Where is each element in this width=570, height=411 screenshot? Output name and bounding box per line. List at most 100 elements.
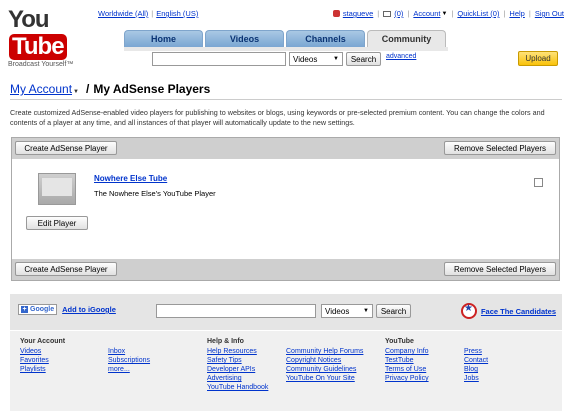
player-thumbnail[interactable] bbox=[38, 173, 76, 205]
username-link[interactable]: stagueve bbox=[343, 9, 373, 18]
footer-link-terms-of-use[interactable]: Terms of Use bbox=[385, 365, 429, 374]
remove-selected-players-button[interactable]: Remove Selected Players bbox=[444, 141, 556, 155]
user-icon bbox=[332, 10, 340, 17]
footer-search: Videos ▼ Search bbox=[156, 304, 411, 318]
footer-col-heading: Help & Info bbox=[207, 338, 244, 345]
logo-you: You bbox=[8, 6, 50, 33]
footer-search-bar: +Google Add to iGoogle Videos ▼ Search Fa… bbox=[10, 294, 562, 330]
search-input[interactable] bbox=[152, 52, 286, 66]
footer-link-contact[interactable]: Contact bbox=[464, 356, 488, 365]
plus-icon: + bbox=[21, 306, 28, 313]
adsense-players-panel: Create AdSense Player Remove Selected Pl… bbox=[11, 137, 560, 281]
chevron-down-icon[interactable]: ▼ bbox=[441, 11, 447, 17]
panel-toolbar-bottom: Create AdSense Player Remove Selected Pl… bbox=[12, 259, 559, 280]
footer-col-heading bbox=[108, 337, 150, 346]
create-adsense-player-button[interactable]: Create AdSense Player bbox=[15, 141, 117, 155]
tab-home[interactable]: Home bbox=[124, 30, 203, 47]
footer-search-category-value: Videos bbox=[325, 306, 350, 316]
language-link[interactable]: English (US) bbox=[156, 9, 198, 18]
face-the-candidates: Face The Candidates bbox=[460, 303, 556, 319]
google-button[interactable]: + Google bbox=[18, 304, 58, 315]
player-select-checkbox[interactable] bbox=[534, 178, 543, 187]
chevron-down-icon: ▼ bbox=[363, 308, 369, 314]
footer-link-favorites[interactable]: Favorites bbox=[20, 356, 65, 365]
tab-videos[interactable]: Videos bbox=[205, 30, 284, 47]
page-description: Create customized AdSense-enabled video … bbox=[10, 108, 545, 127]
tab-channels[interactable]: Channels bbox=[286, 30, 365, 47]
footer-link-safety-tips[interactable]: Safety Tips bbox=[207, 356, 268, 365]
footer-col-help-info: Help & Info Help Resources Safety Tips D… bbox=[207, 337, 268, 392]
star-badge-icon[interactable] bbox=[460, 303, 477, 319]
footer-link-help-resources[interactable]: Help Resources bbox=[207, 347, 268, 356]
footer-link-press[interactable]: Press bbox=[464, 347, 488, 356]
footer-col-heading bbox=[286, 337, 363, 346]
panel-toolbar-top: Create AdSense Player Remove Selected Pl… bbox=[12, 138, 559, 159]
footer-col-youtube: YouTube Company Info TestTube Terms of U… bbox=[385, 337, 429, 383]
chevron-down-icon[interactable]: ▼ bbox=[73, 89, 79, 95]
footer-link-company-info[interactable]: Company Info bbox=[385, 347, 429, 356]
face-the-candidates-link[interactable]: Face The Candidates bbox=[481, 307, 556, 316]
tab-community[interactable]: Community bbox=[367, 30, 446, 47]
breadcrumb-my-account[interactable]: My Account bbox=[10, 82, 72, 96]
footer-link-more[interactable]: more... bbox=[108, 365, 150, 374]
footer-search-category-select[interactable]: Videos ▼ bbox=[321, 304, 373, 318]
search-button[interactable]: Search bbox=[346, 52, 381, 66]
chevron-down-icon: ▼ bbox=[333, 56, 339, 62]
footer-link-inbox[interactable]: Inbox bbox=[108, 347, 150, 356]
youtube-logo[interactable]: YouTube Broadcast Yourself™ bbox=[8, 6, 90, 68]
footer-link-blog[interactable]: Blog bbox=[464, 365, 488, 374]
remove-selected-players-button[interactable]: Remove Selected Players bbox=[444, 262, 556, 276]
footer-link-subscriptions[interactable]: Subscriptions bbox=[108, 356, 150, 365]
footer-col-heading: YouTube bbox=[385, 338, 414, 345]
footer-col-help-info-2: Community Help Forums Copyright Notices … bbox=[286, 337, 363, 383]
search-category-select[interactable]: Videos ▼ bbox=[289, 52, 343, 66]
igoogle-badge: + Google Add to iGoogle bbox=[18, 304, 116, 315]
quicklist-link[interactable]: QuickList (0) bbox=[457, 9, 499, 18]
footer-link-copyright-notices[interactable]: Copyright Notices bbox=[286, 356, 363, 365]
add-to-igoogle-link[interactable]: Add to iGoogle bbox=[62, 305, 116, 314]
inbox-count-link[interactable]: (0) bbox=[394, 9, 403, 18]
create-adsense-player-button[interactable]: Create AdSense Player bbox=[15, 262, 117, 276]
header-search: Videos ▼ Search advanced bbox=[152, 52, 416, 66]
footer-col-your-account: Your Account Videos Favorites Playlists bbox=[20, 337, 65, 374]
footer-link-videos[interactable]: Videos bbox=[20, 347, 65, 356]
footer-col-your-account-2: Inbox Subscriptions more... bbox=[108, 337, 150, 374]
footer-link-privacy-policy[interactable]: Privacy Policy bbox=[385, 374, 429, 383]
advanced-search-link[interactable]: advanced bbox=[386, 53, 416, 60]
google-label: Google bbox=[30, 306, 55, 313]
footer-col-youtube-2: Press Contact Blog Jobs bbox=[464, 337, 488, 383]
footer-link-advertising[interactable]: Advertising bbox=[207, 374, 268, 383]
help-link[interactable]: Help bbox=[509, 9, 524, 18]
logo-slogan: Broadcast Yourself™ bbox=[8, 61, 74, 68]
footer-link-playlists[interactable]: Playlists bbox=[20, 365, 65, 374]
footer-link-testtube[interactable]: TestTube bbox=[385, 356, 429, 365]
footer-link-developer-apis[interactable]: Developer APIs bbox=[207, 365, 268, 374]
footer-link-community-help-forums[interactable]: Community Help Forums bbox=[286, 347, 363, 356]
page-title: My AdSense Players bbox=[93, 82, 211, 96]
main-nav-tabs: Home Videos Channels Community bbox=[124, 30, 448, 47]
edit-player-button[interactable]: Edit Player bbox=[26, 216, 88, 230]
footer-link-youtube-handbook[interactable]: YouTube Handbook bbox=[207, 383, 268, 392]
page-heading: My Account▼ / My AdSense Players bbox=[10, 82, 562, 100]
footer-col-heading: Your Account bbox=[20, 338, 66, 345]
footer-link-youtube-on-your-site[interactable]: YouTube On Your Site bbox=[286, 374, 363, 383]
footer-search-input[interactable] bbox=[156, 304, 316, 318]
player-name-link[interactable]: Nowhere Else Tube bbox=[94, 174, 167, 183]
logo-tube: Tube bbox=[9, 34, 67, 60]
nav-underline bbox=[124, 47, 448, 51]
footer-search-button[interactable]: Search bbox=[376, 304, 411, 318]
search-category-value: Videos bbox=[293, 54, 318, 64]
worldwide-link[interactable]: Worldwide (All) bbox=[98, 9, 148, 18]
footer-col-heading bbox=[464, 337, 488, 346]
player-description: The Nowhere Else's YouTube Player bbox=[94, 189, 216, 198]
account-menu[interactable]: Account bbox=[413, 9, 440, 18]
locale-links: Worldwide (All) | English (US) bbox=[98, 9, 199, 18]
upload-button[interactable]: Upload bbox=[518, 51, 558, 66]
footer-link-jobs[interactable]: Jobs bbox=[464, 374, 488, 383]
breadcrumb-separator: / bbox=[85, 82, 90, 96]
inbox-icon[interactable] bbox=[383, 10, 392, 17]
user-links: stagueve | (0) | Account ▼ | QuickList (0… bbox=[332, 9, 564, 18]
sign-out-link[interactable]: Sign Out bbox=[535, 9, 564, 18]
footer-link-community-guidelines[interactable]: Community Guidelines bbox=[286, 365, 363, 374]
footer-links: Your Account Videos Favorites Playlists … bbox=[10, 331, 562, 411]
